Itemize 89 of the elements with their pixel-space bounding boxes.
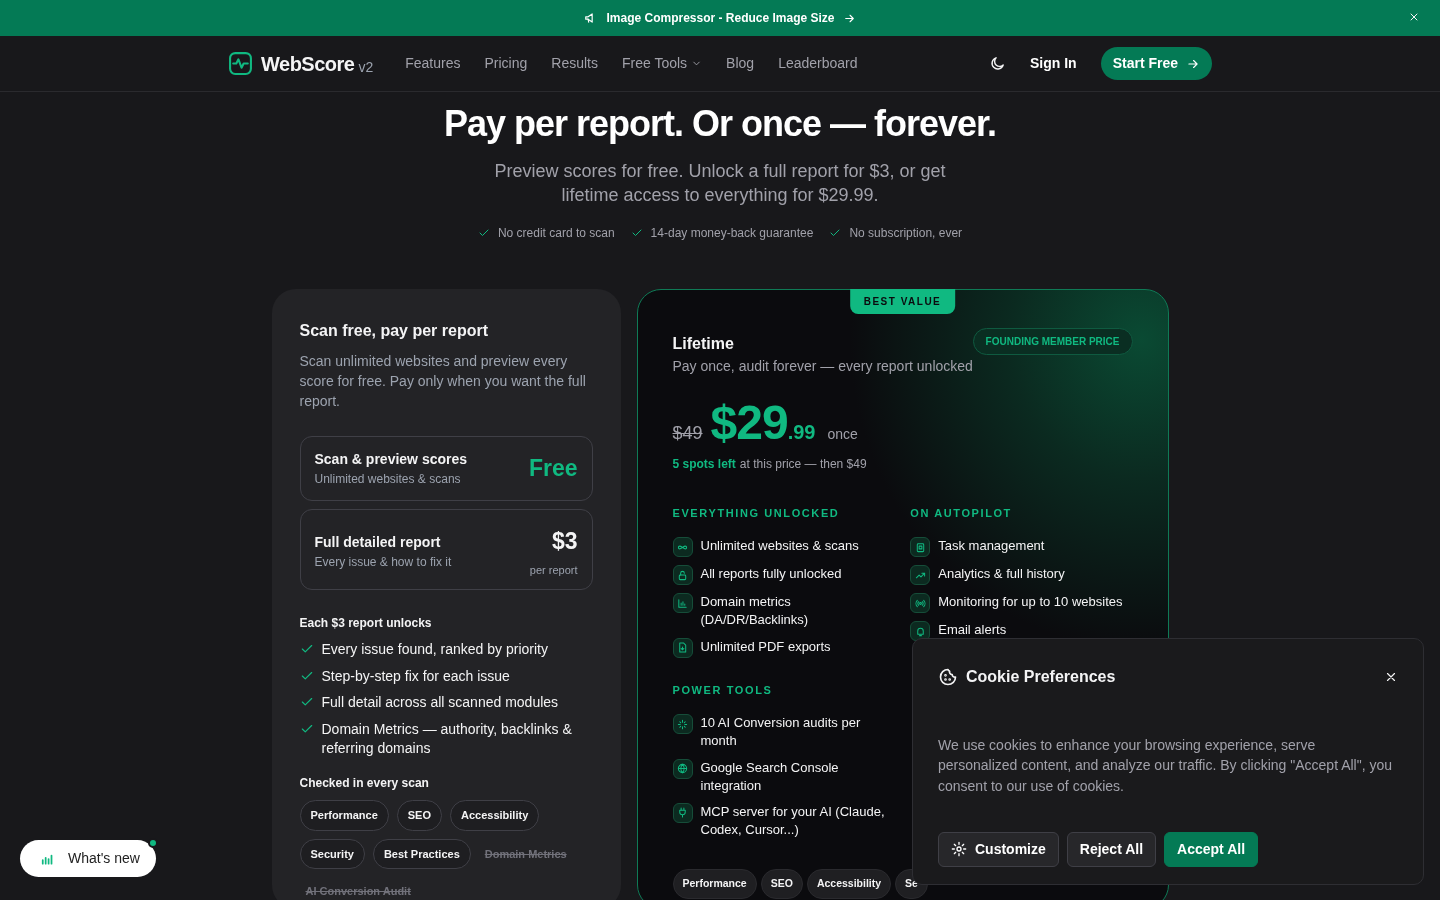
option-name: Scan & preview scores xyxy=(314,449,468,469)
module-tag: Domain Metrics xyxy=(478,839,573,869)
price-tag: FOUNDING MEMBER PRICE xyxy=(972,327,1133,355)
nav-link[interactable]: Blog xyxy=(726,53,755,74)
feature-text: Task management xyxy=(938,537,1045,556)
check-text: No credit card to scan xyxy=(497,224,615,242)
module-tag: Accessibility xyxy=(806,869,892,900)
page-heading: Pay per report. Or once — forever. xyxy=(442,102,998,146)
module-tag: Best Practices xyxy=(372,838,471,870)
close-icon[interactable] xyxy=(1384,670,1398,684)
price-note: per report xyxy=(529,563,578,579)
section-heading: Each $3 report unlocks xyxy=(299,614,433,632)
gear-icon xyxy=(951,841,967,858)
price-option[interactable]: Full detailed report Every issue & how to fix it $3 per report xyxy=(299,508,593,590)
clipboard-icon xyxy=(910,537,931,558)
bell-icon xyxy=(910,621,931,642)
pulse-logo-icon[interactable] xyxy=(228,51,253,76)
spots-left: 5 spots left xyxy=(672,455,736,473)
whats-new-button[interactable]: What's new xyxy=(20,840,156,877)
feature-text: Email alerts xyxy=(938,621,1007,640)
nav-link[interactable]: Features xyxy=(405,53,461,74)
customize-button[interactable]: Customize xyxy=(938,831,1059,867)
ribbon-badge: BEST VALUE xyxy=(849,288,956,314)
card-description: Scan unlimited websites and preview every score for free. Pay only when you want the full report. xyxy=(299,351,587,412)
cookie-icon xyxy=(938,667,958,687)
banner-link[interactable]: Image Compressor - Reduce Image Size xyxy=(584,9,856,27)
section-heading: Checked in every scan xyxy=(299,775,430,793)
cookie-text: We use cookies to enhance your browsing experience, serve personalized content, and analyze our traffic. By clicking "Accept All", you consent to our use of cookies. xyxy=(938,736,1394,796)
section-heading: POWER TOOLS xyxy=(672,682,774,698)
card-title: Scan free, pay per report xyxy=(299,320,489,341)
option-name: Full detailed report xyxy=(314,532,442,552)
module-tag: Performance xyxy=(299,800,389,831)
start-free-button[interactable]: Start Free xyxy=(1100,47,1212,80)
feature-text: Unlimited websites & scans xyxy=(700,537,859,556)
bar-chart-icon xyxy=(672,593,693,614)
price-cents: .99 xyxy=(787,419,816,445)
option-detail: Every issue & how to fix it xyxy=(314,553,452,571)
check-text: No subscription, ever xyxy=(849,224,963,242)
accept-button[interactable]: Accept All xyxy=(1164,831,1259,867)
dialog-title: Cookie Preferences xyxy=(966,667,1116,687)
version-label: v2 xyxy=(358,58,374,77)
feature-text: Unlimited PDF exports xyxy=(700,637,831,656)
broadcast-icon xyxy=(910,593,931,614)
hero-subtitle: Preview scores for free. Unlock a full report for $3, or get lifetime access to everything for $29.99. xyxy=(493,160,947,208)
module-tag: AI Conversion Audit xyxy=(299,877,417,900)
check-text: 14-day money-back guarantee xyxy=(650,224,814,242)
moon-icon[interactable] xyxy=(988,55,1006,72)
price-amount: $29 xyxy=(710,398,788,447)
spots-note: at this price — then $49 xyxy=(739,455,867,473)
feature-text: All reports fully unlocked xyxy=(700,565,842,584)
feature-text: Domain Metrics — authority, backlinks & referring domains xyxy=(321,720,573,759)
section-heading: ON AUTOPILOT xyxy=(910,505,1013,521)
card-title: Lifetime xyxy=(672,333,734,354)
feature-text: MCP server for your AI (Claude, Codex, Cursor...) xyxy=(700,802,886,840)
trend-up-icon xyxy=(910,565,931,586)
feature-text: Every issue found, ranked by priority xyxy=(321,639,548,659)
nav-link[interactable]: Pricing xyxy=(484,53,528,74)
globe-icon xyxy=(672,758,693,779)
section-heading: EVERYTHING UNLOCKED xyxy=(672,505,841,521)
module-tag: Security xyxy=(299,838,365,870)
feature-text: Monitoring for up to 10 websites xyxy=(938,593,1123,612)
option-detail: Unlimited websites & scans xyxy=(314,470,462,488)
old-price: $49 xyxy=(672,421,703,445)
document-icon xyxy=(672,637,693,658)
sign-in-link[interactable]: Sign In xyxy=(1029,53,1077,74)
price-label: Free xyxy=(528,453,578,483)
feature-text: Domain metrics (DA/DR/Backlinks) xyxy=(700,593,810,630)
nav-link[interactable]: Free Tools xyxy=(622,53,703,74)
feature-text: Analytics & full history xyxy=(938,565,1065,584)
price-option[interactable]: Scan & preview scores Unlimited websites & scans Free xyxy=(299,435,593,501)
feature-text: Full detail across all scanned modules xyxy=(321,693,559,713)
price-period: once xyxy=(827,424,858,444)
padlock-icon xyxy=(672,565,693,586)
feature-text: 10 AI Conversion audits per month xyxy=(700,714,862,751)
module-tag: Accessibility xyxy=(450,800,540,831)
brand-name[interactable]: WebScore xyxy=(261,48,355,79)
module-tag: Performance xyxy=(672,869,757,900)
feature-text: Google Search Console integration xyxy=(700,758,840,795)
module-tag: SEO xyxy=(760,869,803,900)
nav-link[interactable]: Leaderboard xyxy=(778,53,858,74)
price-label: $3 xyxy=(550,526,578,556)
module-tag: SEO xyxy=(396,800,442,831)
feature-text: Step-by-step fix for each issue xyxy=(321,666,510,686)
sparkle-icon xyxy=(672,714,693,735)
plug-icon xyxy=(672,802,693,823)
nav-link[interactable]: Results xyxy=(551,53,598,74)
card-description: Pay once, audit forever — every report unlocked xyxy=(672,356,974,376)
infinity-icon xyxy=(672,537,693,558)
reject-button[interactable]: Reject All xyxy=(1066,831,1157,867)
